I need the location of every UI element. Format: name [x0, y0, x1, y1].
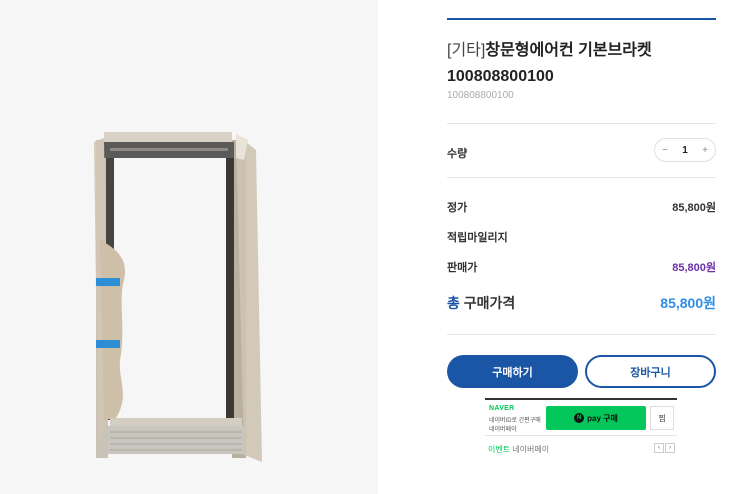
- sale-price-label: 판매가: [447, 262, 478, 274]
- quantity-stepper[interactable]: − 1 +: [654, 138, 716, 162]
- minus-button[interactable]: −: [662, 145, 668, 156]
- cart-button[interactable]: 장바구니: [585, 355, 716, 388]
- naver-n-icon: N: [574, 413, 585, 423]
- event-pager: ‹ ›: [654, 443, 675, 453]
- quantity-value: 1: [682, 144, 688, 156]
- wishlist-button[interactable]: 찜: [650, 406, 674, 430]
- total-price-value: 85,800원: [660, 295, 716, 311]
- total-label-rest: 구매가격: [459, 295, 516, 311]
- divider: [447, 123, 716, 124]
- naver-pay-box: NAVER 네이버ID로 간편구매 네이버페이 N pay 구매 찜: [485, 398, 677, 436]
- mileage-label: 적립마일리지: [447, 232, 508, 244]
- sale-price-value: 85,800원: [672, 262, 716, 274]
- plus-button[interactable]: +: [702, 145, 708, 156]
- title-code: 100808800100: [447, 68, 554, 85]
- naver-event[interactable]: 이벤트 네이버페이: [488, 444, 549, 455]
- total-price-label: 총 구매가격: [447, 293, 515, 313]
- divider: [447, 334, 716, 335]
- product-code: 100808800100: [447, 90, 514, 101]
- naver-pay-label: pay 구매: [587, 413, 618, 423]
- title-main: 창문형에어컨 기본브라켓: [485, 42, 652, 59]
- naver-sub2: 네이버페이: [489, 427, 517, 433]
- product-image: [0, 0, 378, 494]
- naver-brand: NAVER: [489, 405, 515, 412]
- list-price-label: 정가: [447, 202, 468, 214]
- quantity-label: 수량: [447, 148, 468, 160]
- event-highlight: 이벤트: [488, 445, 511, 454]
- chevron-left-icon[interactable]: ‹: [654, 443, 664, 453]
- divider: [447, 177, 716, 178]
- total-label-first: 총: [447, 295, 460, 311]
- product-title: [기타]창문형에어컨 기본브라켓 100808800100: [447, 38, 716, 90]
- top-divider: [447, 18, 716, 20]
- bracket-image: [94, 132, 262, 462]
- naver-sub1: 네이버ID로 간편구매: [489, 418, 541, 424]
- naver-pay-button[interactable]: N pay 구매: [546, 406, 646, 430]
- event-rest: 네이버페이: [510, 445, 550, 454]
- title-prefix: [기타]: [447, 42, 486, 59]
- chevron-right-icon[interactable]: ›: [665, 443, 675, 453]
- buy-button[interactable]: 구매하기: [447, 355, 578, 388]
- list-price-value: 85,800원: [672, 202, 716, 214]
